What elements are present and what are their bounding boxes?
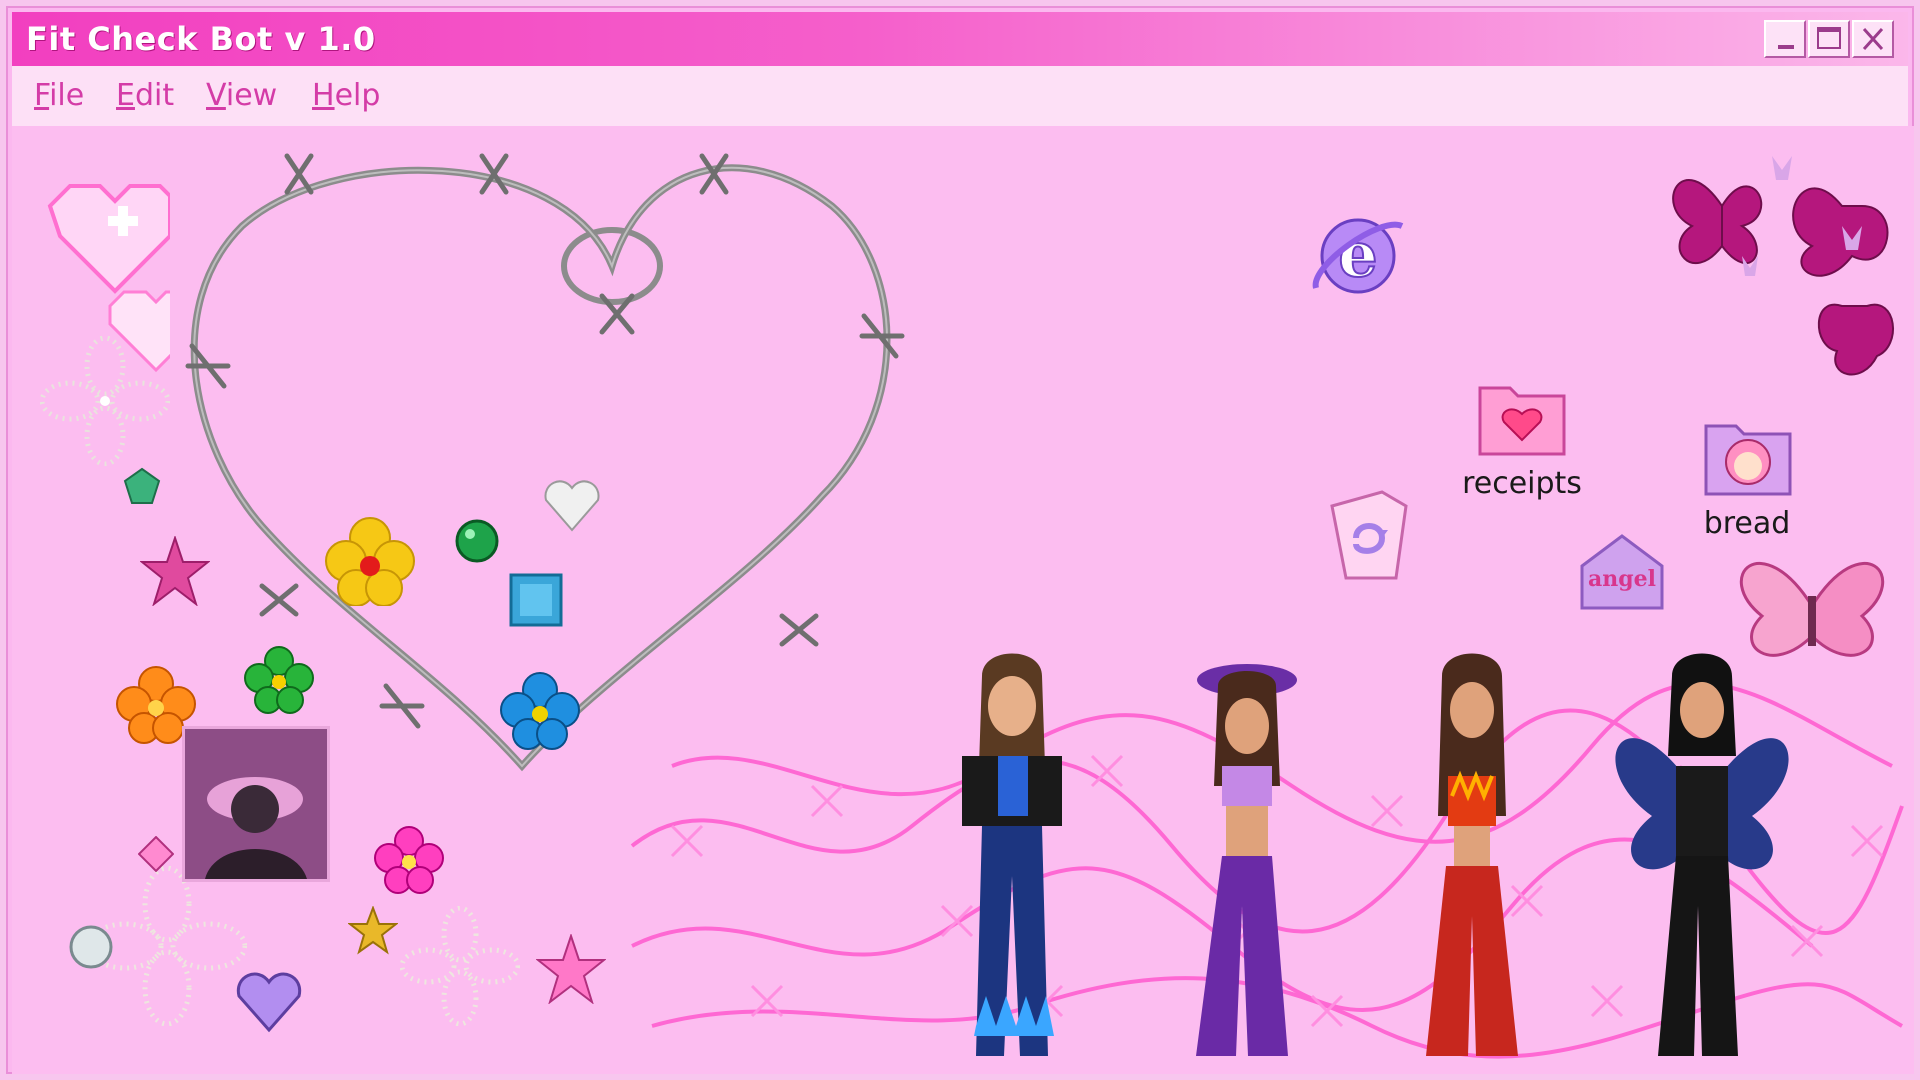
barbed-wire-heart	[185, 153, 905, 772]
blue-square-gem-decoration	[509, 573, 563, 627]
photo-frame	[182, 726, 330, 882]
menu-view[interactable]: View	[206, 78, 277, 113]
doll-figure-4	[1615, 653, 1789, 1056]
folder-receipts-label: receipts	[1462, 466, 1582, 501]
green-gem-decoration	[123, 467, 161, 504]
angel-home-icon[interactable]: angel	[1572, 526, 1672, 616]
window-title: Fit Check Bot v 1.0	[26, 20, 376, 58]
recycle-bin-icon[interactable]	[1322, 486, 1412, 586]
close-icon	[1862, 27, 1884, 51]
clear-round-gem-decoration	[69, 925, 113, 969]
maximize-icon	[1817, 27, 1841, 49]
pearl-flower-decoration	[40, 336, 170, 466]
desktop-canvas: e receipts bread angel	[12, 126, 1914, 1074]
pink-gem-decoration	[138, 836, 174, 872]
internet-explorer-icon[interactable]: e	[1310, 206, 1410, 306]
menu-file[interactable]: File	[34, 78, 84, 113]
pink-star-decoration	[140, 536, 210, 606]
butterfly-cluster-decoration	[1672, 156, 1894, 376]
menu-help[interactable]: Help	[312, 78, 380, 113]
gold-star-decoration	[348, 906, 398, 955]
app-window: Fit Check Bot v 1.0 File Edit View Help …	[0, 0, 1920, 1080]
maximize-button[interactable]	[1808, 20, 1850, 58]
doll-figure-1	[962, 653, 1062, 1056]
clear-heart-gem-decoration	[544, 480, 600, 532]
blue-flower-decoration	[500, 672, 580, 750]
green-flower-decoration	[244, 646, 314, 714]
pearl-flower-decoration	[400, 906, 520, 1026]
magenta-flower-decoration	[374, 826, 444, 894]
close-button[interactable]	[1852, 20, 1894, 58]
angel-label: angel	[1588, 566, 1656, 592]
menu-edit[interactable]: Edit	[116, 78, 174, 113]
green-round-gem-decoration	[455, 519, 499, 563]
doll-figure-3	[1426, 653, 1518, 1056]
photo-image	[185, 729, 327, 879]
minimize-icon	[1778, 45, 1794, 49]
yellow-flower-decoration	[325, 517, 415, 606]
lavender-heart-gem-decoration	[236, 972, 302, 1033]
title-bar[interactable]: Fit Check Bot v 1.0	[12, 12, 1908, 66]
folder-heart-icon	[1478, 386, 1566, 456]
doll-figure-2	[1196, 664, 1297, 1056]
minimize-button[interactable]	[1764, 20, 1806, 58]
folder-girl-icon	[1704, 424, 1792, 496]
menu-bar: File Edit View Help	[12, 66, 1908, 126]
pink-star-decoration	[536, 934, 606, 1004]
